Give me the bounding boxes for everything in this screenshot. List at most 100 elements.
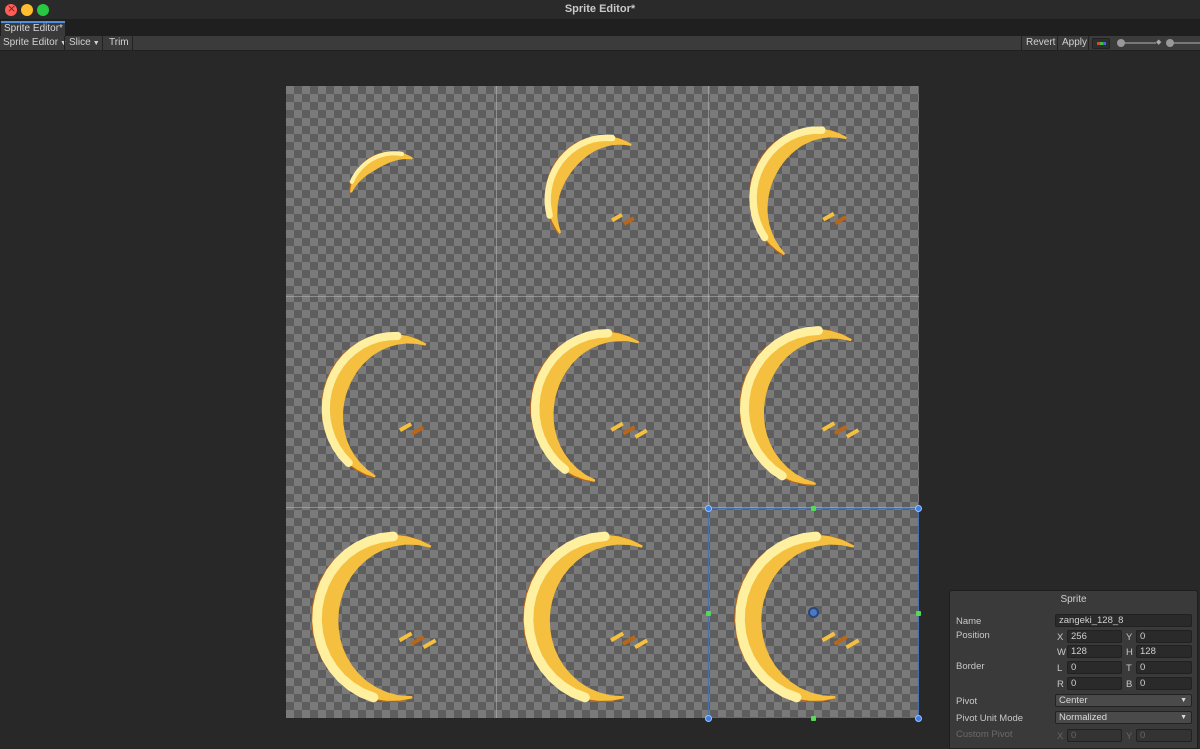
- panel-header: Sprite: [1060, 594, 1087, 605]
- flame-spark: [622, 425, 636, 436]
- sprite-inspector-panel: Sprite Name zangeki_128_8 Position X 256…: [949, 590, 1198, 749]
- toolbar-divider: [132, 36, 133, 51]
- pivot-label: Pivot: [956, 696, 978, 707]
- pivot-dropdown[interactable]: Center ▼: [1055, 694, 1192, 707]
- b-label: B: [1126, 679, 1133, 690]
- flame-crescent: [530, 328, 648, 483]
- r-label: R: [1057, 679, 1064, 690]
- flame-mid: [312, 534, 432, 701]
- chevron-down-icon: ▼: [1180, 697, 1187, 704]
- w-label: W: [1057, 647, 1066, 658]
- flame-spark: [622, 635, 637, 646]
- toolbar-divider: [1088, 36, 1089, 51]
- y-field[interactable]: 0: [1136, 630, 1192, 643]
- toolbar-divider: [64, 36, 65, 51]
- border-right-field[interactable]: 0: [1067, 677, 1122, 690]
- flame-spark: [611, 212, 623, 223]
- slice-label: Slice: [69, 37, 91, 48]
- flame-crescent: [311, 531, 437, 703]
- toolbar-divider: [102, 36, 103, 51]
- x-field[interactable]: 256: [1067, 630, 1122, 643]
- border-bottom-field[interactable]: 0: [1136, 677, 1192, 690]
- flame-mid: [546, 136, 632, 234]
- custom-pivot-label: Custom Pivot: [956, 729, 1013, 740]
- pivot-value: Center: [1059, 695, 1088, 706]
- tab-sprite-editor[interactable]: Sprite Editor*: [1, 21, 65, 36]
- flame-spark: [821, 421, 836, 432]
- sprite-frame-4[interactable]: [286, 297, 496, 507]
- edge-handle-right[interactable]: [916, 611, 921, 616]
- flame-mid: [524, 534, 643, 701]
- rgb-channel-icon[interactable]: [1092, 38, 1110, 49]
- t-label: T: [1126, 663, 1132, 674]
- revert-button[interactable]: Revert: [1023, 36, 1058, 51]
- flame-crescent: [749, 126, 847, 256]
- flame-spark: [634, 638, 649, 650]
- flame-spark: [845, 428, 860, 439]
- flame-spark: [422, 638, 437, 650]
- flame-spark: [411, 425, 425, 436]
- pivot-unit-mode-label: Pivot Unit Mode: [956, 713, 1024, 724]
- flame-spark: [623, 216, 635, 226]
- apply-button[interactable]: Apply: [1059, 36, 1090, 51]
- flame-mid: [531, 331, 640, 482]
- toolbar: Sprite Editor▼ Slice▼ Trim Revert Apply …: [0, 36, 1200, 51]
- name-field[interactable]: zangeki_128_8: [1055, 614, 1192, 627]
- title-bar: Sprite Editor*: [0, 0, 1200, 20]
- custom-pivot-y-label: Y: [1126, 731, 1133, 742]
- toolbar-divider: [1021, 36, 1022, 51]
- x-label: X: [1057, 632, 1064, 643]
- flame-spark: [833, 424, 848, 436]
- caret-down-icon: ▼: [92, 40, 100, 47]
- alpha-slider-handle[interactable]: [1117, 39, 1125, 47]
- pivot-unit-mode-dropdown[interactable]: Normalized ▼: [1055, 711, 1192, 724]
- sprite-frame-1[interactable]: [286, 86, 496, 296]
- flame-spark: [399, 422, 413, 433]
- edge-handle-top[interactable]: [811, 506, 816, 511]
- sprite-frame-3[interactable]: [709, 86, 919, 296]
- sprite-frame-7[interactable]: [286, 508, 496, 718]
- y-label: Y: [1126, 632, 1133, 643]
- flame-spark: [634, 428, 648, 439]
- flame-spark: [410, 635, 425, 646]
- resize-handle-top-right[interactable]: [915, 505, 922, 512]
- resize-handle-bottom-right[interactable]: [915, 715, 922, 722]
- mode-label: Sprite Editor: [3, 37, 59, 48]
- flame-crescent: [544, 134, 635, 235]
- flame-spark: [610, 631, 625, 643]
- resize-handle-top-left[interactable]: [705, 505, 712, 512]
- mode-dropdown[interactable]: Sprite Editor▼: [0, 36, 70, 51]
- zoom-slider-handle[interactable]: [1166, 39, 1174, 47]
- sprite-frame-8[interactable]: [497, 508, 708, 718]
- mip-icon: ◆: [1156, 39, 1162, 46]
- sprite-frame-2[interactable]: [497, 86, 708, 296]
- slice-dropdown[interactable]: Slice ▼: [66, 36, 103, 51]
- sprite-frame-5[interactable]: [497, 297, 708, 507]
- position-label: Position: [956, 630, 990, 641]
- custom-pivot-y-field: 0: [1136, 729, 1192, 742]
- w-field[interactable]: 128: [1067, 645, 1122, 658]
- trim-button[interactable]: Trim: [106, 36, 132, 51]
- flame-crescent: [321, 331, 427, 479]
- flame-spark: [398, 631, 413, 643]
- flame-mid: [740, 329, 852, 485]
- border-left-field[interactable]: 0: [1067, 661, 1122, 674]
- resize-handle-bottom-left[interactable]: [705, 715, 712, 722]
- flame-crescent: [739, 326, 860, 486]
- pivot-unit-value: Normalized: [1059, 712, 1108, 723]
- h-field[interactable]: 128: [1136, 645, 1192, 658]
- alpha-slider-track[interactable]: [1122, 42, 1156, 44]
- border-label: Border: [956, 661, 985, 672]
- sprite-frame-6[interactable]: [709, 297, 919, 507]
- h-label: H: [1126, 647, 1133, 658]
- flame-spark: [610, 421, 624, 432]
- flame-crescent: [522, 531, 649, 703]
- tab-bar: Sprite Editor*: [0, 20, 1200, 36]
- edge-handle-left[interactable]: [706, 611, 711, 616]
- border-top-field[interactable]: 0: [1136, 661, 1192, 674]
- edge-handle-bottom[interactable]: [811, 716, 816, 721]
- custom-pivot-x-label: X: [1057, 731, 1064, 742]
- window-title: Sprite Editor*: [564, 3, 636, 15]
- pivot-handle[interactable]: [808, 607, 819, 618]
- zoom-slider-track[interactable]: [1170, 42, 1200, 44]
